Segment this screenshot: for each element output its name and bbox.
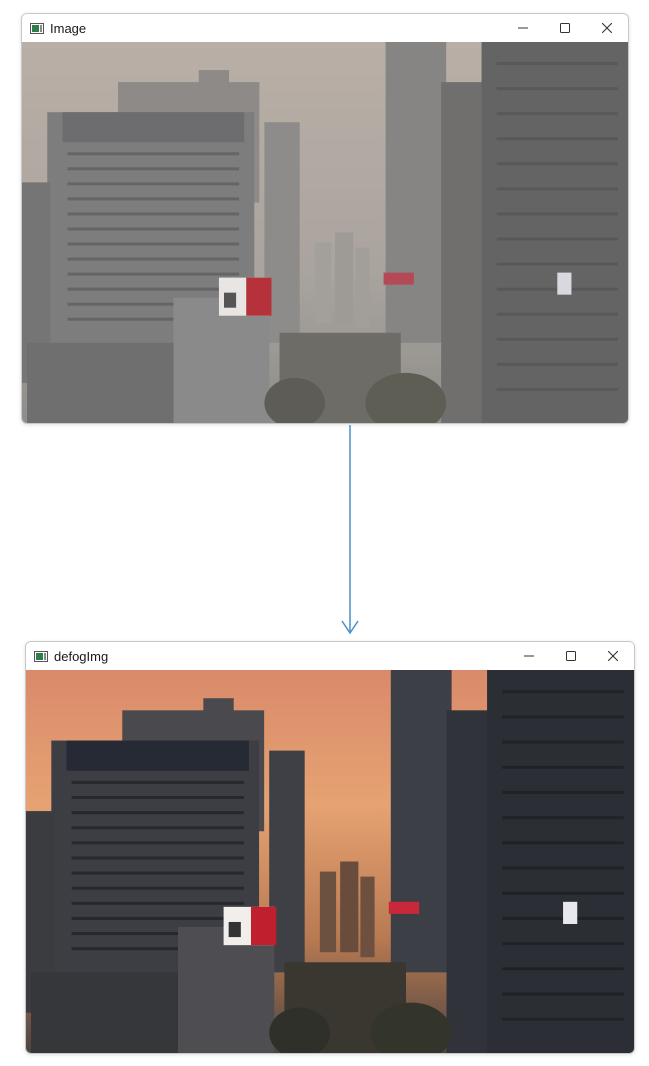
minimize-button[interactable] [502,14,544,42]
close-button[interactable] [592,642,634,670]
image-window-icon [30,22,44,34]
title-bar[interactable]: defogImg [26,642,634,670]
minimize-icon [518,27,528,29]
maximize-button[interactable] [544,14,586,42]
down-arrow-icon [341,425,359,635]
minimize-button[interactable] [508,642,550,670]
image-window-icon [34,650,48,662]
original-image-window: Image [21,13,629,424]
minimize-icon [524,655,534,657]
maximize-icon [560,23,570,33]
foggy-city-image [22,42,628,423]
title-bar[interactable]: Image [22,14,628,42]
close-icon [608,651,618,661]
close-icon [602,23,612,33]
window-title: defogImg [54,648,109,664]
defogged-image-window: defogImg [25,641,635,1054]
maximize-button[interactable] [550,642,592,670]
close-button[interactable] [586,14,628,42]
maximize-icon [566,651,576,661]
window-title: Image [50,20,87,36]
defogged-city-image [26,670,634,1053]
